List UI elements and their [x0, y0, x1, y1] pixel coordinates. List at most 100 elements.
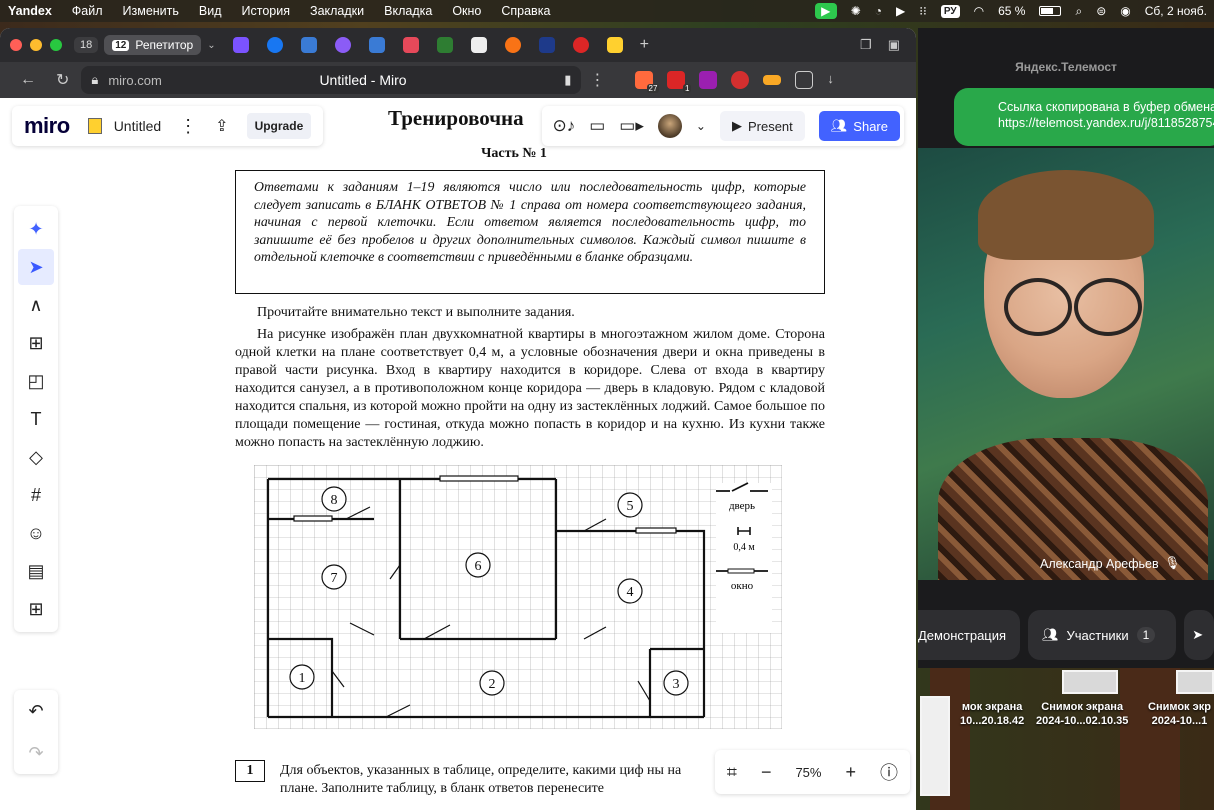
board-menu-icon[interactable]: ⋮	[179, 116, 197, 137]
ai-sparkle-icon[interactable]: ✦	[18, 211, 54, 247]
menu-window[interactable]: Окно	[442, 4, 491, 18]
checkmark-icon[interactable]	[368, 37, 385, 53]
play-icon[interactable]: ▶	[889, 4, 912, 18]
input-language[interactable]: РУ	[934, 4, 967, 18]
tab-count-badge[interactable]: 18	[74, 37, 99, 53]
comments-icon[interactable]: ▭	[589, 116, 605, 136]
sidebar-icon[interactable]: ▣	[888, 37, 900, 53]
sticky-note-icon[interactable]: ◰	[18, 363, 54, 399]
menu-brand[interactable]: Yandex	[0, 4, 62, 18]
screenshot-label[interactable]: Снимок экр 2024-10...1	[1148, 700, 1211, 728]
brave-shield-icon[interactable]: 27	[635, 71, 660, 93]
participant-video[interactable]	[918, 148, 1214, 580]
battery-icon[interactable]	[1032, 6, 1068, 16]
screen-share-button[interactable]: Демонстрация	[918, 610, 1020, 660]
upgrade-button[interactable]: Upgrade	[246, 113, 312, 139]
bookmark-icon[interactable]: ▮	[564, 72, 571, 88]
chevron-down-icon[interactable]: ⌄	[207, 40, 215, 51]
export-icon[interactable]: ⇪	[215, 116, 228, 136]
share-button[interactable]: 👥︎ Share	[818, 111, 900, 141]
miro-canvas[interactable]: miro Untitled ⋮ ⇪ Upgrade ⊙♪ ▭ ▭▸ ⌄ ▶ Pr…	[0, 98, 916, 810]
extension-icon[interactable]	[699, 71, 718, 89]
screenshot-label[interactable]: Снимок экрана 2024-10...02.10.35	[1036, 700, 1128, 728]
miro-logo[interactable]: miro	[24, 113, 70, 139]
link-copied-toast[interactable]: Ссылка скопирована в буфер обмена https:…	[954, 88, 1214, 146]
tab-icon[interactable]	[436, 37, 453, 53]
tab-icon[interactable]	[402, 37, 419, 53]
undo-icon[interactable]: ↶	[28, 701, 43, 722]
text-icon[interactable]: T	[18, 401, 54, 437]
facebook-icon[interactable]	[266, 37, 283, 53]
fit-frame-icon[interactable]: ⌗	[727, 762, 737, 783]
download-icon[interactable]: ↓	[827, 71, 845, 89]
pen-icon[interactable]: ∧	[18, 287, 54, 323]
screenshot-thumbnail[interactable]	[1062, 670, 1118, 694]
battery-extension-icon[interactable]	[763, 75, 782, 85]
board-icon	[87, 118, 102, 134]
extensions-icon[interactable]	[795, 71, 814, 89]
new-tab-icon[interactable]: +	[640, 36, 649, 54]
help-icon[interactable]: ⓘ	[880, 759, 898, 785]
close-window-button[interactable]	[10, 39, 22, 51]
tab-icon[interactable]	[232, 37, 249, 53]
shapes-icon[interactable]: ◇	[18, 439, 54, 475]
copy-icon[interactable]: ❐	[860, 37, 872, 53]
minimize-window-button[interactable]	[30, 39, 42, 51]
ae-extension-icon[interactable]: 1	[667, 71, 692, 93]
dots-icon[interactable]: ⁝⁝	[912, 4, 934, 18]
zoom-level[interactable]: 75%	[795, 765, 821, 780]
menu-history[interactable]: История	[232, 4, 300, 18]
add-more-icon[interactable]: ⊞	[18, 591, 54, 627]
stickers-icon[interactable]: ☺	[18, 515, 54, 551]
tab-repetitor[interactable]: 12 Репетитор	[104, 35, 202, 55]
menu-file[interactable]: Файл	[62, 4, 113, 18]
grid-icon[interactable]	[470, 37, 487, 53]
back-icon[interactable]: ←	[20, 71, 36, 89]
tab-icon[interactable]	[334, 37, 351, 53]
screenshot-thumbnail[interactable]	[1176, 670, 1214, 694]
video-icon[interactable]: ▭▸	[619, 116, 644, 136]
frame-icon[interactable]: #	[18, 477, 54, 513]
screenshot-thumbnail[interactable]	[920, 696, 950, 796]
task-description: На рисунке изображён план двухкомнатной …	[235, 327, 825, 450]
menu-help[interactable]: Справка	[491, 4, 560, 18]
clock[interactable]: Сб, 2 нояб.	[1138, 4, 1214, 18]
chatgpt-icon[interactable]: ✺	[844, 4, 868, 18]
send-icon[interactable]: ➤	[1184, 610, 1214, 660]
redo-icon[interactable]: ↷	[28, 743, 43, 764]
tab-icon[interactable]	[572, 37, 589, 53]
room-label-1: 1	[299, 671, 306, 686]
comment-icon[interactable]: ▤	[18, 553, 54, 589]
tab-icon[interactable]	[504, 37, 521, 53]
checkmark-icon[interactable]	[300, 37, 317, 53]
zoom-in-icon[interactable]: +	[845, 762, 856, 783]
menu-view[interactable]: Вид	[189, 4, 232, 18]
menu-edit[interactable]: Изменить	[113, 4, 189, 18]
chart-icon[interactable]	[538, 37, 555, 53]
document-page[interactable]: Тренировочна Часть № 1 Ответами к задани…	[188, 98, 840, 810]
spotlight-icon[interactable]: ⌕	[1068, 4, 1089, 19]
menu-bookmarks[interactable]: Закладки	[300, 4, 374, 18]
url-field[interactable]: 🔒︎ miro.com Untitled - Miro ▮	[81, 66, 582, 94]
facetime-icon[interactable]: ▶	[808, 3, 844, 19]
menu-tab[interactable]: Вкладка	[374, 4, 442, 18]
board-title[interactable]: Untitled	[87, 118, 161, 134]
more-icon[interactable]: ⋮	[589, 70, 605, 90]
siri-icon[interactable]: ◉	[1113, 4, 1137, 18]
maximize-window-button[interactable]	[50, 39, 62, 51]
present-button[interactable]: ▶ Present	[719, 111, 805, 141]
reactions-icon[interactable]: ⊙♪	[552, 116, 575, 136]
seo-extension-icon[interactable]	[731, 71, 750, 89]
select-cursor-icon[interactable]: ➤	[18, 249, 54, 285]
templates-icon[interactable]: ⊞	[18, 325, 54, 361]
wifi-icon[interactable]: ◠	[967, 4, 991, 18]
screenshot-label[interactable]: мок экрана 10...20.18.42	[960, 700, 1024, 728]
zoom-out-icon[interactable]: −	[761, 762, 772, 783]
control-center-icon[interactable]: ⊜	[1089, 4, 1113, 18]
participants-button[interactable]: 👥︎ Участники 1	[1028, 610, 1177, 660]
notification-icon[interactable]: ◔	[868, 4, 889, 18]
miro-tab-icon[interactable]	[606, 37, 623, 53]
reload-icon[interactable]: ↻	[56, 70, 69, 90]
chevron-down-icon[interactable]: ⌄	[696, 119, 706, 133]
user-avatar[interactable]	[657, 114, 682, 138]
